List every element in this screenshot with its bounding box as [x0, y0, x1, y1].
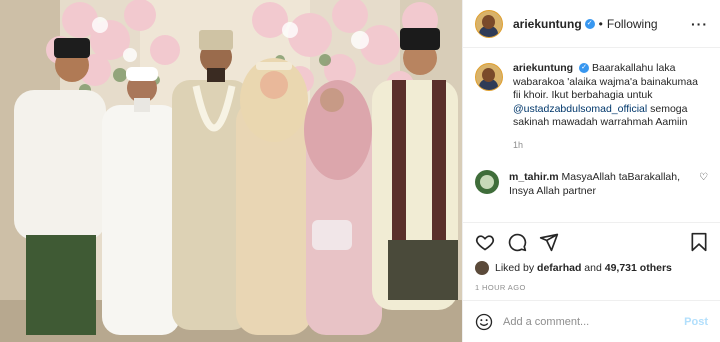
paper-plane-icon[interactable]: [539, 232, 559, 252]
caption-time[interactable]: 1h: [513, 139, 708, 153]
action-bar: Liked by defarhad and 49,731 others 1 HO…: [463, 222, 720, 292]
comments-section: ariekuntung ✓ Baarakallahu laka wabarako…: [463, 48, 720, 222]
comment-input[interactable]: [503, 315, 685, 328]
post-comment-button[interactable]: Post: [684, 316, 708, 328]
post-dialog: ariekuntung ✓ • Following ··· ariekuntun…: [0, 0, 720, 342]
likes-connector: and: [584, 262, 602, 274]
author-username[interactable]: ariekuntung: [513, 17, 582, 31]
post-side-panel: ariekuntung ✓ • Following ··· ariekuntun…: [462, 0, 720, 342]
separator-dot: •: [598, 16, 603, 31]
commenter-username[interactable]: m_tahir.m: [509, 171, 559, 183]
author-avatar[interactable]: [475, 9, 503, 38]
likes-summary: Liked by defarhad and 49,731 others: [475, 261, 708, 275]
more-options-icon[interactable]: ···: [691, 16, 708, 32]
comment-body: m_tahir.m MasyaAllah taBarakallah, Insya…: [509, 170, 695, 198]
post-photo[interactable]: [0, 0, 462, 342]
posted-time[interactable]: 1 HOUR AGO: [475, 283, 708, 292]
add-comment-bar: Post: [463, 300, 720, 342]
liker-username[interactable]: defarhad: [537, 262, 581, 274]
heart-icon[interactable]: [475, 232, 495, 252]
comment-like-heart-icon[interactable]: ♡: [699, 172, 708, 198]
caption-username[interactable]: ariekuntung: [513, 62, 573, 74]
verified-badge-icon: ✓: [584, 18, 595, 29]
wedding-photo-illustration: [0, 0, 462, 342]
action-icons: [475, 231, 708, 253]
bookmark-icon[interactable]: [690, 232, 708, 252]
commenter-avatar[interactable]: [475, 170, 499, 194]
liker-avatar[interactable]: [475, 261, 489, 275]
verified-badge-icon: ✓: [579, 63, 590, 74]
caption-body: ariekuntung ✓ Baarakallahu laka wabarako…: [513, 62, 708, 152]
comment-icon[interactable]: [507, 232, 527, 252]
comment-item: m_tahir.m MasyaAllah taBarakallah, Insya…: [475, 170, 708, 198]
caption: ariekuntung ✓ Baarakallahu laka wabarako…: [475, 62, 708, 152]
post-header: ariekuntung ✓ • Following ···: [463, 0, 720, 48]
caption-avatar[interactable]: [475, 63, 503, 91]
likes-count[interactable]: 49,731 others: [605, 262, 672, 274]
likes-prefix: Liked by: [495, 262, 535, 274]
caption-mention-link[interactable]: @ustadzabdulsomad_official: [513, 103, 647, 115]
smiley-icon[interactable]: [475, 313, 493, 331]
following-status[interactable]: Following: [607, 17, 658, 31]
